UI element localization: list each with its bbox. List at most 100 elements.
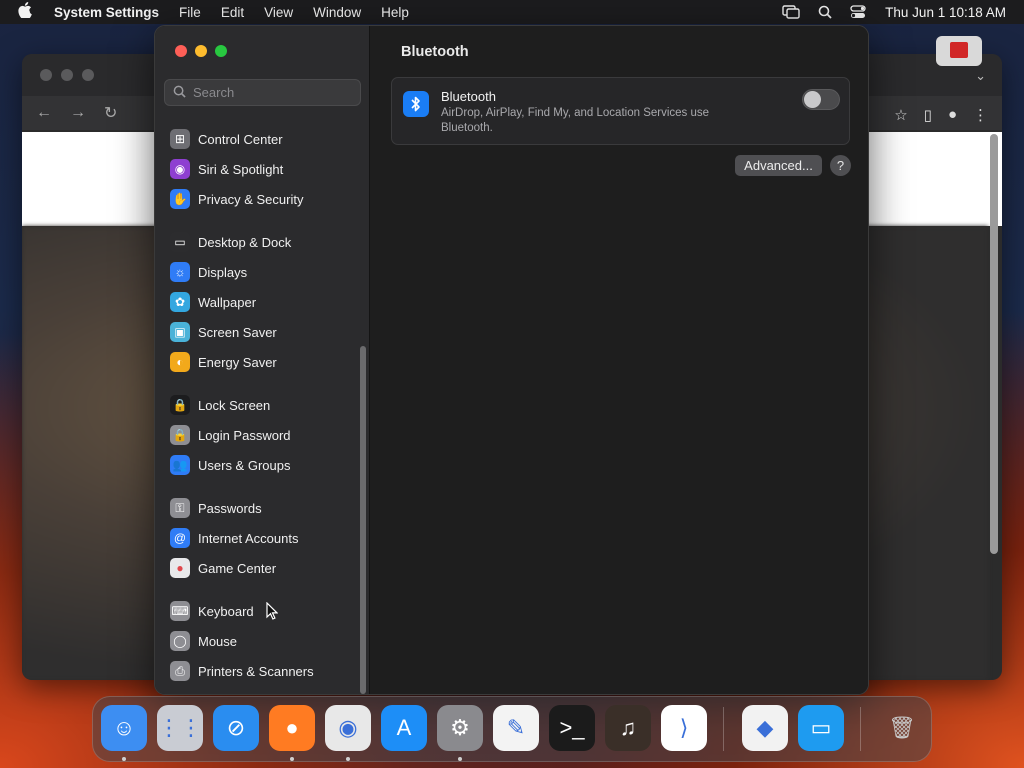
minimize-button[interactable] (195, 45, 207, 57)
forward-icon[interactable]: → (70, 104, 86, 122)
sidebar-item-label: Mouse (198, 633, 238, 649)
finder-icon[interactable]: ☺ (101, 705, 147, 751)
sidebar-item-label: Screen Saver (198, 324, 277, 340)
sidebar-item-desktop-dock[interactable]: ▭ Desktop & Dock (170, 230, 360, 254)
sidebar-item-displays[interactable]: ☼ Displays (170, 260, 360, 284)
lock-small-icon: 🔒 (170, 425, 190, 445)
dock-separator (860, 707, 861, 751)
bluetooth-card: Bluetooth AirDrop, AirPlay, Find My, and… (391, 77, 850, 145)
bulb-icon: ◐ (170, 352, 190, 372)
safari-icon[interactable]: ⊘ (213, 705, 259, 751)
menu-help[interactable]: Help (371, 5, 419, 20)
bookmark-star-icon[interactable]: ☆ (894, 106, 907, 124)
help-button[interactable]: ? (830, 155, 851, 176)
textedit-icon[interactable]: ✎ (493, 705, 539, 751)
main-pane: Bluetooth Bluetooth AirDrop, AirPlay, Fi… (371, 26, 868, 694)
app-menu[interactable]: System Settings (40, 5, 169, 20)
sidebar-item-siri-spotlight[interactable]: ◉ Siri & Spotlight (170, 157, 360, 181)
back-icon[interactable]: ← (36, 104, 52, 122)
sidebar-item-label: Privacy & Security (198, 191, 304, 207)
screensaver-icon: ▣ (170, 322, 190, 342)
sidebar: ⊞ Control Center ◉ Siri & Spotlight ✋ Privacy… (155, 26, 370, 694)
keyboard-icon: ⌨ (170, 601, 190, 621)
sidebar-item-energy-saver[interactable]: ◐ Energy Saver (170, 350, 360, 374)
zoom-button[interactable] (215, 45, 227, 57)
sidebar-item-passwords[interactable]: ⚿ Passwords (170, 496, 360, 520)
sidebar-item-control-center[interactable]: ⊞ Control Center (170, 127, 360, 151)
launchpad-icon[interactable]: ⋮⋮ (157, 705, 203, 751)
app-store-icon[interactable]: A (381, 705, 427, 751)
sidebar-scrollbar[interactable] (360, 346, 366, 694)
firefox-icon[interactable]: ● (269, 705, 315, 751)
menu-file[interactable]: File (169, 5, 211, 20)
search-field[interactable] (164, 79, 361, 106)
mouse-cursor-icon (266, 601, 279, 625)
sidebar-item-label: Desktop & Dock (198, 234, 292, 250)
advanced-button[interactable]: Advanced... (735, 155, 822, 176)
menu-view[interactable]: View (254, 5, 303, 20)
more-menu-icon[interactable]: ⋮ (973, 106, 988, 124)
sidebar-item-label: Wallpaper (198, 294, 257, 310)
sidebar-item-mouse[interactable]: ◯ Mouse (170, 629, 360, 653)
sidebar-item-login-password[interactable]: 🔒 Login Password (170, 423, 360, 447)
garageband-icon[interactable]: ♫ (605, 705, 651, 751)
sidebar-item-screen-saver[interactable]: ▣ Screen Saver (170, 320, 360, 344)
running-indicator (290, 757, 294, 761)
reload-icon[interactable]: ↻ (104, 103, 117, 123)
chevron-down-icon[interactable]: ⌄ (975, 68, 986, 84)
sidebar-item-wallpaper[interactable]: ✿ Wallpaper (170, 290, 360, 314)
sidebar-item-label: Keyboard (198, 603, 254, 619)
visual-studio-icon[interactable]: ◆ (742, 705, 788, 751)
sidebar-item-privacy-security[interactable]: ✋ Privacy & Security (170, 187, 360, 211)
running-indicator (346, 757, 350, 761)
sidebar-item-label: Siri & Spotlight (198, 161, 284, 177)
chrome-icon[interactable]: ◉ (325, 705, 371, 751)
menu-edit[interactable]: Edit (211, 5, 254, 20)
sidebar-item-label: Lock Screen (198, 397, 271, 413)
printer-icon: ⎙ (170, 661, 190, 681)
search-input[interactable] (193, 85, 353, 100)
window-zoom-dot[interactable] (82, 69, 94, 81)
sidebar-item-label: Users & Groups (198, 457, 291, 473)
sidebar-item-keyboard[interactable]: ⌨ Keyboard (170, 599, 360, 623)
apple-menu-icon[interactable] (10, 2, 40, 22)
sidebar-item-users-groups[interactable]: 👥 Users & Groups (170, 453, 360, 477)
browser-scrollbar[interactable] (990, 134, 998, 554)
running-indicator (122, 757, 126, 761)
close-button[interactable] (175, 45, 187, 57)
mouse-icon: ◯ (170, 631, 190, 651)
desktop-dock-icon: ▭ (170, 232, 190, 252)
browser-right-toolbar: ☆ ▯ ● ⋮ (894, 106, 988, 124)
bluetooth-icon (403, 91, 429, 117)
screen-mirroring-icon[interactable] (773, 5, 809, 19)
vscode-icon[interactable]: ⟩ (661, 705, 707, 751)
keynote-icon[interactable]: ▭ (798, 705, 844, 751)
game-center-icon: ● (170, 558, 190, 578)
key-icon: ⚿ (170, 498, 190, 518)
dock: ☺ ⋮⋮ ⊘ ● ◉ A ⚙ ✎ >_ ♫ ⟩ ◆ ▭ 🗑 (92, 696, 932, 762)
sidebar-item-label: Energy Saver (198, 354, 277, 370)
sidebar-item-label: Passwords (198, 500, 262, 516)
spotlight-search-icon[interactable] (809, 5, 841, 19)
sidebar-item-label: Internet Accounts (198, 530, 299, 546)
hand-icon: ✋ (170, 189, 190, 209)
control-center-icon[interactable] (841, 5, 875, 19)
window-close-dot[interactable] (40, 69, 52, 81)
menu-clock[interactable]: Thu Jun 1 10:18 AM (875, 5, 1014, 20)
menu-window[interactable]: Window (303, 5, 371, 20)
dock-separator (723, 707, 724, 751)
profile-icon[interactable]: ● (948, 106, 957, 124)
sidebar-item-game-center[interactable]: ● Game Center (170, 556, 360, 580)
bluetooth-card-title: Bluetooth (441, 89, 496, 104)
lock-icon: 🔒 (170, 395, 190, 415)
bluetooth-toggle[interactable] (802, 89, 840, 110)
sidebar-item-internet-accounts[interactable]: @ Internet Accounts (170, 526, 360, 550)
terminal-icon[interactable]: >_ (549, 705, 595, 751)
control-center-icon: ⊞ (170, 129, 190, 149)
trash-icon[interactable]: 🗑 (879, 705, 925, 751)
system-settings-icon[interactable]: ⚙ (437, 705, 483, 751)
sidebar-item-lock-screen[interactable]: 🔒 Lock Screen (170, 393, 360, 417)
sidebar-toggle-icon[interactable]: ▯ (924, 106, 932, 124)
sidebar-item-printers-scanners[interactable]: ⎙ Printers & Scanners (170, 659, 360, 683)
window-minimize-dot[interactable] (61, 69, 73, 81)
